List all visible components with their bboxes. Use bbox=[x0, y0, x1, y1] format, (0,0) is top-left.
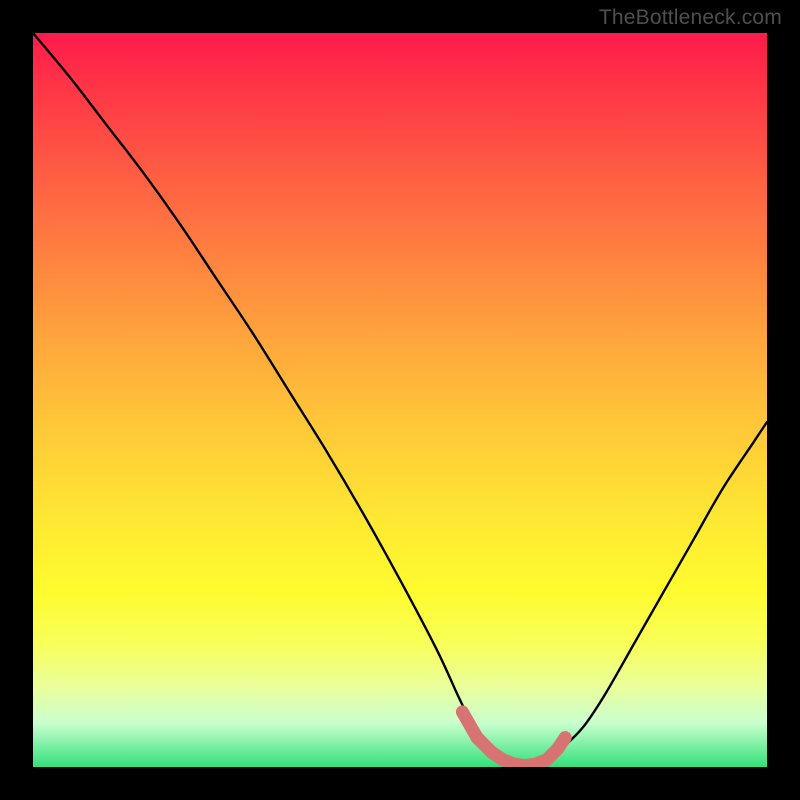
curve-layer bbox=[33, 33, 767, 767]
chart-container: TheBottleneck.com bbox=[0, 0, 800, 800]
highlight-dot bbox=[471, 731, 484, 744]
watermark-text: TheBottleneck.com bbox=[599, 6, 782, 30]
bottleneck-curve bbox=[33, 33, 767, 765]
plot-area bbox=[33, 33, 767, 767]
highlight-dot bbox=[457, 706, 468, 717]
highlight-dot bbox=[540, 753, 553, 766]
highlight-dot bbox=[485, 746, 498, 759]
highlight-dot bbox=[559, 731, 572, 744]
highlight-points bbox=[457, 706, 572, 767]
highlight-dot bbox=[551, 742, 564, 755]
